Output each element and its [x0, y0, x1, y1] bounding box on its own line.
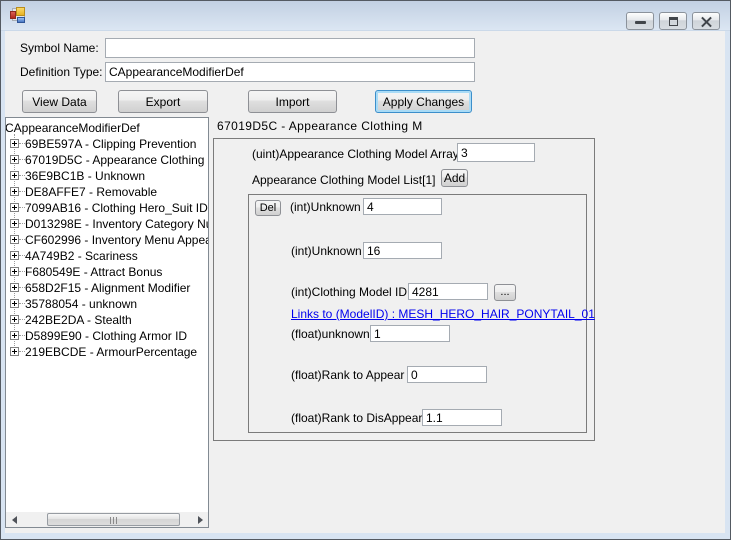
unknown3-input[interactable]: [370, 325, 450, 342]
tree-item-label: CF602996 - Inventory Menu Appearan: [25, 233, 208, 247]
symbol-name-label: Symbol Name:: [20, 38, 99, 58]
tree-root-item[interactable]: CAppearanceModifierDef: [6, 120, 208, 136]
detail-header: 67019D5C - Appearance Clothing M: [217, 119, 423, 133]
rank-to-appear-input[interactable]: [407, 366, 487, 383]
rank-to-disappear-label: (float)Rank to DisAppear: [291, 410, 422, 426]
model-link[interactable]: Links to (ModelID) : MESH_HERO_HAIR_PONY…: [291, 307, 595, 321]
scrollbar-grip-icon: [110, 517, 119, 524]
unknown2-label: (int)Unknown: [291, 243, 362, 259]
close-icon: [701, 16, 712, 27]
tree-viewport: CAppearanceModifierDef 69BE597A - Clippi…: [6, 118, 208, 512]
model-list-label: Appearance Clothing Model List[1]: [252, 172, 435, 188]
tree-item[interactable]: CF602996 - Inventory Menu Appearan: [6, 232, 208, 248]
scroll-right-button[interactable]: [192, 512, 208, 527]
model-array-label: (uint)Appearance Clothing Model Array: [252, 146, 459, 163]
app-window: Symbol Name: Definition Type: View Data …: [0, 0, 731, 540]
tree-item-label: 67019D5C - Appearance Clothing Mod: [25, 153, 208, 167]
export-button[interactable]: Export: [118, 90, 208, 113]
expand-plus-icon[interactable]: [10, 315, 19, 324]
tree-item-label: 35788054 - unknown: [25, 297, 137, 311]
tree-item[interactable]: D013298E - Inventory Category Numb: [6, 216, 208, 232]
minimize-icon: [635, 21, 646, 24]
tree-item[interactable]: 4A749B2 - Scariness: [6, 248, 208, 264]
app-icon-yellow-square: [16, 7, 25, 16]
scroll-left-button[interactable]: [6, 512, 22, 527]
expand-plus-icon[interactable]: [10, 347, 19, 356]
tree-item-label: 219EBCDE - ArmourPercentage: [25, 345, 197, 359]
tree-item-label: 658D2F15 - Alignment Modifier: [25, 281, 190, 295]
unknown2-input[interactable]: [363, 242, 442, 259]
browse-button[interactable]: ...: [494, 284, 516, 301]
rank-to-disappear-input[interactable]: [422, 409, 502, 426]
app-icon-red-square: [10, 11, 16, 19]
tree-item[interactable]: 36E9BC1B - Unknown: [6, 168, 208, 184]
import-button[interactable]: Import: [248, 90, 337, 113]
expand-plus-icon[interactable]: [10, 283, 19, 292]
close-button[interactable]: [692, 12, 720, 30]
tree-item[interactable]: DE8AFFE7 - Removable: [6, 184, 208, 200]
expand-plus-icon[interactable]: [10, 235, 19, 244]
unknown1-label: (int)Unknown: [290, 199, 361, 215]
apply-changes-button[interactable]: Apply Changes: [375, 90, 472, 113]
tree-item[interactable]: 35788054 - unknown: [6, 296, 208, 312]
symbol-name-input[interactable]: [105, 38, 475, 58]
minimize-button[interactable]: [626, 12, 654, 30]
maximize-button[interactable]: [659, 12, 687, 30]
tree-item-label: F680549E - Attract Bonus: [25, 265, 162, 279]
tree-item-label: D5899E90 - Clothing Armor ID: [25, 329, 187, 343]
expand-plus-icon[interactable]: [10, 251, 19, 260]
unknown3-label: (float)unknown: [291, 326, 370, 342]
tree-item[interactable]: 67019D5C - Appearance Clothing Mod: [6, 152, 208, 168]
tree-item-label: DE8AFFE7 - Removable: [25, 185, 157, 199]
clothing-model-id-label: (int)Clothing Model ID: [291, 284, 407, 300]
tree-item[interactable]: 242BE2DA - Stealth: [6, 312, 208, 328]
model-entry-panel: Del (int)Unknown (int)Unknown (int)Cloth…: [248, 194, 587, 433]
clothing-model-id-input[interactable]: [408, 283, 488, 300]
view-data-button[interactable]: View Data: [22, 90, 97, 113]
del-button[interactable]: Del: [255, 200, 281, 216]
expand-plus-icon[interactable]: [10, 187, 19, 196]
tree-item[interactable]: 658D2F15 - Alignment Modifier: [6, 280, 208, 296]
expand-plus-icon[interactable]: [10, 203, 19, 212]
horizontal-scrollbar[interactable]: [6, 512, 208, 527]
app-icon: [10, 7, 27, 24]
tree-item-label: 7099AB16 - Clothing Hero_Suit ID: [25, 201, 208, 215]
titlebar[interactable]: [1, 1, 730, 31]
expand-plus-icon[interactable]: [10, 331, 19, 340]
expand-plus-icon[interactable]: [10, 139, 19, 148]
tree-item-label: 242BE2DA - Stealth: [25, 313, 132, 327]
definition-tree: CAppearanceModifierDef 69BE597A - Clippi…: [5, 117, 209, 528]
expand-plus-icon[interactable]: [10, 155, 19, 164]
expand-plus-icon[interactable]: [10, 219, 19, 228]
tree-item-label: 4A749B2 - Scariness: [25, 249, 138, 263]
rank-to-appear-label: (float)Rank to Appear: [291, 367, 404, 383]
definition-type-label: Definition Type:: [20, 62, 103, 82]
detail-panel: (uint)Appearance Clothing Model Array Ap…: [213, 138, 595, 441]
tree-item[interactable]: 7099AB16 - Clothing Hero_Suit ID: [6, 200, 208, 216]
expand-plus-icon[interactable]: [10, 267, 19, 276]
form-client-area: Symbol Name: Definition Type: View Data …: [5, 31, 725, 533]
tree-item-label: D013298E - Inventory Category Numb: [25, 217, 208, 231]
tree-item[interactable]: 69BE597A - Clipping Prevention: [6, 136, 208, 152]
model-array-input[interactable]: [457, 143, 535, 162]
left-arrow-icon: [12, 516, 17, 524]
tree-item-label: 36E9BC1B - Unknown: [25, 169, 145, 183]
unknown1-input[interactable]: [363, 198, 442, 215]
expand-plus-icon[interactable]: [10, 299, 19, 308]
add-button[interactable]: Add: [441, 169, 468, 187]
tree-item[interactable]: 219EBCDE - ArmourPercentage: [6, 344, 208, 360]
expand-plus-icon[interactable]: [10, 171, 19, 180]
right-arrow-icon: [198, 516, 203, 524]
tree-item-label: 69BE597A - Clipping Prevention: [25, 137, 196, 151]
tree-item[interactable]: F680549E - Attract Bonus: [6, 264, 208, 280]
scrollbar-thumb[interactable]: [47, 513, 180, 526]
maximize-icon: [669, 17, 678, 26]
definition-type-input[interactable]: [105, 62, 475, 82]
app-icon-blue-square: [17, 17, 25, 23]
tree-item[interactable]: D5899E90 - Clothing Armor ID: [6, 328, 208, 344]
